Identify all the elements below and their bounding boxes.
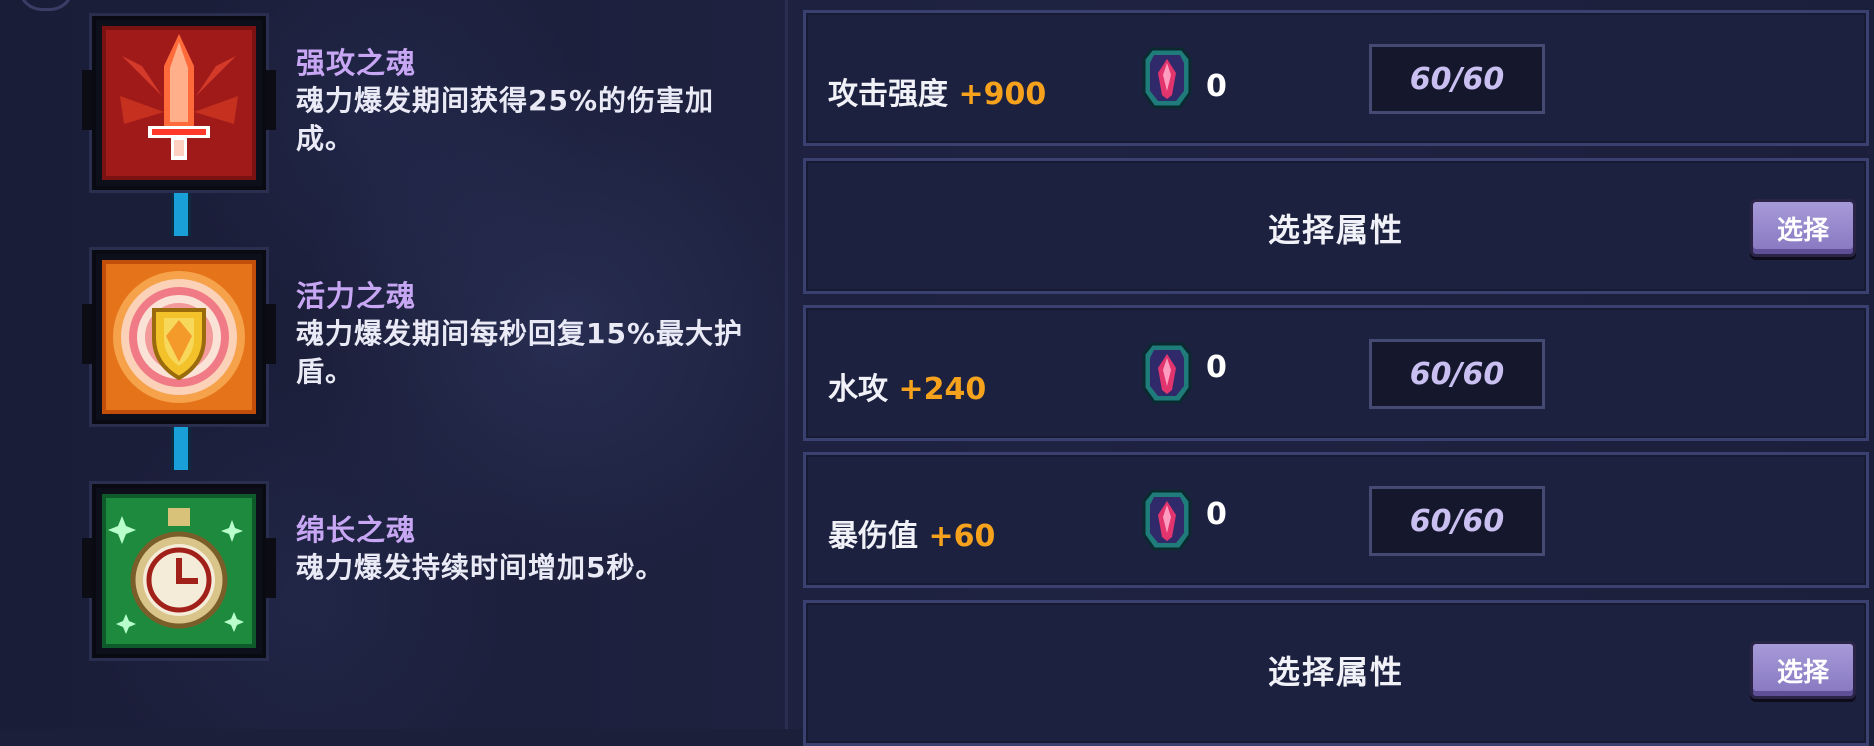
attribute-slot[interactable]: 60/60 [1369,486,1545,556]
gem-count: 0 [1206,497,1227,532]
attribute-label: 水攻 +240 [828,372,987,407]
attribute-slot[interactable]: 60/60 [1369,339,1545,409]
attribute-panel: 暴伤值 +60 0 60/60 [803,452,1869,588]
select-attribute-title: 选择属性 [1267,211,1404,249]
attribute-panel: 水攻 +240 0 60/60 [803,305,1869,441]
skill-name: 强攻之魂 [296,46,417,80]
attribute-slot[interactable]: 60/60 [1369,44,1545,114]
skill-description: 魂力爆发期间获得25%的伤害加成。 [296,84,715,155]
attribute-bonus: +240 [898,372,987,407]
gem-icon [1142,342,1192,404]
select-attribute-title: 选择属性 [1267,653,1404,691]
attribute-panel: 攻击强度 +900 0 60/60 [803,10,1869,146]
select-button[interactable]: 选择 [1750,199,1856,257]
select-attribute-panel: 选择属性 选择 [803,600,1869,746]
skill-name: 活力之魂 [296,279,417,313]
green-stopwatch-icon[interactable] [82,484,276,658]
attribute-bonus: +900 [958,77,1047,112]
select-button[interactable]: 选择 [1750,641,1856,699]
attribute-label: 暴伤值 +60 [828,519,996,554]
attribute-label: 攻击强度 +900 [828,77,1047,112]
gem-icon [1142,47,1192,109]
red-winged-sword-icon[interactable] [82,16,276,190]
select-attribute-panel: 选择属性 选择 [803,158,1869,294]
skill-connector [171,422,191,470]
skill-name: 绵长之魂 [296,513,417,547]
gem-count: 0 [1206,69,1227,104]
panel-divider [785,0,788,729]
skill-connector [171,188,191,236]
gem-icon [1142,489,1192,551]
gem-count: 0 [1206,350,1227,385]
skill-description: 魂力爆发持续时间增加5秒。 [296,551,665,584]
skill-description: 魂力爆发期间每秒回复15%最大护盾。 [296,317,744,388]
golden-shield-icon[interactable] [82,250,276,424]
attribute-bonus: +60 [928,519,996,554]
